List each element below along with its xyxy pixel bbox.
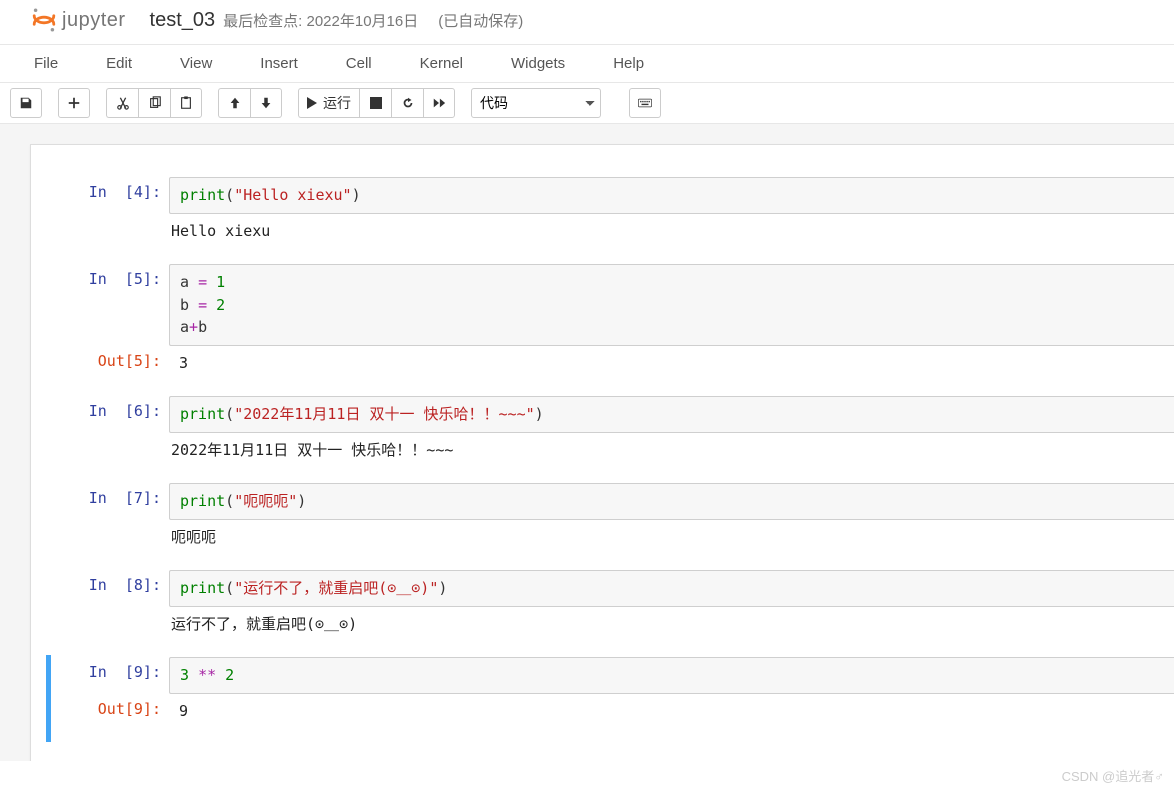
cut-button[interactable] xyxy=(106,88,138,118)
menu-view[interactable]: View xyxy=(156,45,236,82)
menu-widgets[interactable]: Widgets xyxy=(487,45,589,82)
interrupt-button[interactable] xyxy=(359,88,391,118)
code-editor[interactable]: a = 1 b = 2 a+b xyxy=(169,264,1174,346)
code-editor[interactable]: print("运行不了，就重启吧(⊙＿⊙)") xyxy=(169,570,1174,607)
arrow-down-icon xyxy=(259,96,273,110)
scissors-icon xyxy=(116,96,130,110)
header-bar: jupyter test_03 最后检查点: 2022年10月16日 (已自动保… xyxy=(0,0,1174,38)
input-prompt: In [7]: xyxy=(51,483,169,511)
code-editor[interactable]: print("Hello xiexu") xyxy=(169,177,1174,214)
menu-insert[interactable]: Insert xyxy=(236,45,322,82)
menu-kernel[interactable]: Kernel xyxy=(396,45,487,82)
menu-file[interactable]: File xyxy=(10,45,82,82)
add-cell-button[interactable] xyxy=(58,88,90,118)
code-editor[interactable]: 3 ** 2 xyxy=(169,657,1174,694)
command-palette-button[interactable] xyxy=(629,88,661,118)
notebook-title[interactable]: test_03 xyxy=(150,9,216,32)
stop-icon xyxy=(370,97,382,109)
output-stdout: Hello xiexu xyxy=(161,214,1174,249)
plus-icon xyxy=(67,96,81,110)
notebook-container: In [4]:print("Hello xiexu")Hello xiexuIn… xyxy=(0,124,1174,761)
clipboard-icon xyxy=(179,96,193,110)
arrow-up-icon xyxy=(228,96,242,110)
input-prompt: In [4]: xyxy=(51,177,169,205)
code-cell[interactable]: In [9]:3 ** 2Out[9]:9 xyxy=(46,655,1174,742)
restart-icon xyxy=(401,96,415,110)
code-cell[interactable]: In [6]:print("2022年11月11日 双十一 快乐哈！！~~~")… xyxy=(46,394,1174,481)
copy-icon xyxy=(148,96,162,110)
move-up-button[interactable] xyxy=(218,88,250,118)
input-prompt: In [5]: xyxy=(51,264,169,292)
code-cell[interactable]: In [8]:print("运行不了，就重启吧(⊙＿⊙)")运行不了，就重启吧(… xyxy=(46,568,1174,655)
play-icon xyxy=(307,97,317,109)
output-stdout: 2022年11月11日 双十一 快乐哈！！~~~ xyxy=(161,433,1174,468)
jupyter-planet-icon xyxy=(30,6,58,34)
fast-forward-icon xyxy=(432,96,446,110)
menu-help[interactable]: Help xyxy=(589,45,668,82)
restart-run-all-button[interactable] xyxy=(423,88,455,118)
watermark: CSDN @追光者♂ xyxy=(1062,766,1164,785)
input-prompt: In [6]: xyxy=(51,396,169,424)
output-result: 9 xyxy=(169,694,1174,729)
output-stdout: 运行不了，就重启吧(⊙＿⊙) xyxy=(161,607,1174,642)
move-down-button[interactable] xyxy=(250,88,282,118)
code-cell[interactable]: In [4]:print("Hello xiexu")Hello xiexu xyxy=(46,175,1174,262)
toolbar: 运行 代码 xyxy=(0,83,1174,124)
menu-edit[interactable]: Edit xyxy=(82,45,156,82)
run-button[interactable]: 运行 xyxy=(298,88,359,118)
keyboard-icon xyxy=(638,96,652,110)
brand-name: jupyter xyxy=(62,9,126,32)
checkpoint-status: 最后检查点: 2022年10月16日 xyxy=(223,10,418,31)
restart-button[interactable] xyxy=(391,88,423,118)
input-prompt: In [8]: xyxy=(51,570,169,598)
code-cell[interactable]: In [7]:print("呃呃呃")呃呃呃 xyxy=(46,481,1174,568)
notebook: In [4]:print("Hello xiexu")Hello xiexuIn… xyxy=(30,144,1174,761)
input-prompt: In [9]: xyxy=(51,657,169,685)
run-label: 运行 xyxy=(323,93,351,113)
save-icon xyxy=(19,96,33,110)
code-editor[interactable]: print("呃呃呃") xyxy=(169,483,1174,520)
menu-cell[interactable]: Cell xyxy=(322,45,396,82)
output-result: 3 xyxy=(169,346,1174,381)
celltype-select[interactable]: 代码 xyxy=(471,88,601,118)
code-editor[interactable]: print("2022年11月11日 双十一 快乐哈！！~~~") xyxy=(169,396,1174,433)
autosave-status: (已自动保存) xyxy=(438,10,523,31)
output-stdout: 呃呃呃 xyxy=(161,520,1174,555)
output-prompt: Out[9]: xyxy=(51,694,169,722)
code-cell[interactable]: In [5]:a = 1 b = 2 a+bOut[5]:3 xyxy=(46,262,1174,394)
menubar: File Edit View Insert Cell Kernel Widget… xyxy=(0,44,1174,83)
jupyter-logo[interactable]: jupyter xyxy=(30,6,126,34)
copy-button[interactable] xyxy=(138,88,170,118)
save-button[interactable] xyxy=(10,88,42,118)
paste-button[interactable] xyxy=(170,88,202,118)
output-prompt: Out[5]: xyxy=(51,346,169,374)
